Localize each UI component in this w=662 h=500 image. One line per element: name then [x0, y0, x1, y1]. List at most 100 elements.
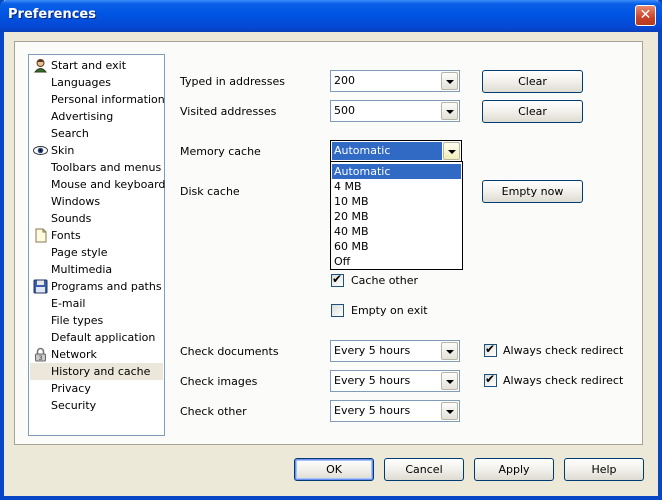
chevron-down-icon[interactable] [441, 72, 458, 90]
sidebar-item-label: Security [51, 399, 97, 412]
sidebar-item[interactable]: Skin [30, 142, 163, 159]
dropdown-option[interactable]: 10 MB [332, 194, 461, 209]
sidebar-item[interactable]: Start and exit [30, 57, 163, 74]
chevron-down-icon[interactable] [441, 342, 458, 360]
check-documents-select[interactable]: Every 5 hours [330, 340, 460, 362]
dropdown-option[interactable]: 4 MB [332, 179, 461, 194]
sidebar-item[interactable]: Security [30, 397, 163, 414]
close-button[interactable]: ✕ [635, 5, 656, 26]
check-images-select[interactable]: Every 5 hours [330, 370, 460, 392]
dropdown-option[interactable]: Automatic [332, 164, 461, 179]
sidebar-item[interactable]: Personal information [30, 91, 165, 108]
lock-icon: 3 [33, 347, 48, 362]
close-icon: ✕ [639, 7, 652, 23]
sidebar-item-label: Mouse and keyboard [51, 178, 166, 191]
sidebar-item[interactable]: Programs and paths [30, 278, 163, 295]
sidebar-item[interactable]: E-mail [30, 295, 163, 312]
typed-addresses-value: 200 [334, 74, 355, 87]
category-list: Start and exit Languages Personal informat… [28, 54, 165, 436]
dropdown-option[interactable]: Off [332, 254, 461, 269]
sidebar-item-label: File types [51, 314, 104, 327]
ok-button[interactable]: OK [294, 458, 374, 481]
typed-addresses-label: Typed in addresses [180, 75, 285, 88]
sidebar-item-label: History and cache [51, 365, 151, 378]
check-other-value: Every 5 hours [334, 404, 411, 417]
sidebar-item-label: Multimedia [51, 263, 113, 276]
chevron-down-icon[interactable] [441, 372, 458, 390]
sidebar-item[interactable]: Mouse and keyboard [30, 176, 166, 193]
check-images-label: Check images [180, 375, 258, 388]
apply-button[interactable]: Apply [474, 458, 554, 481]
memory-cache-dropdown: Automatic 4 MB 10 MB 20 MB 40 MB 60 MB Off [330, 161, 463, 270]
empty-on-exit-checkbox[interactable] [331, 304, 344, 317]
sidebar-item[interactable]: Multimedia [30, 261, 163, 278]
empty-on-exit-label: Empty on exit [351, 304, 428, 317]
redirect-documents-checkbox[interactable] [484, 342, 497, 357]
cache-other-label: Cache other [351, 274, 419, 287]
check-documents-value: Every 5 hours [334, 344, 411, 357]
sidebar-item-label: Page style [51, 246, 108, 259]
help-button[interactable]: Help [564, 458, 644, 481]
window-title: Preferences [8, 7, 96, 22]
sidebar-item[interactable]: 3 Network [30, 346, 163, 363]
sidebar-item[interactable]: Sounds [30, 210, 163, 227]
sidebar-item-label: Sounds [51, 212, 92, 225]
memory-cache-label: Memory cache [180, 145, 261, 158]
cache-other-checkbox[interactable] [331, 272, 344, 287]
check-other-label: Check other [180, 405, 247, 418]
sidebar-item-label: Toolbars and menus [51, 161, 162, 174]
sidebar-item-label: Search [51, 127, 89, 140]
title-bar[interactable]: Preferences ✕ [0, 0, 662, 32]
sidebar-item-label: Default application [51, 331, 156, 344]
typed-addresses-select[interactable]: 200 [330, 70, 460, 92]
sidebar-item-label: Start and exit [51, 59, 127, 72]
sidebar-item[interactable]: Page style [30, 244, 163, 261]
sidebar-item[interactable]: Windows [30, 193, 163, 210]
sidebar-item-label: Fonts [51, 229, 81, 242]
sidebar-item[interactable]: Toolbars and menus [30, 159, 163, 176]
disk-icon [33, 279, 48, 294]
redirect-images-checkbox[interactable] [484, 372, 497, 387]
eye-icon [33, 143, 48, 158]
sidebar-item[interactable]: Fonts [30, 227, 163, 244]
sidebar-item-label: Windows [51, 195, 101, 208]
sidebar-item[interactable]: Search [30, 125, 163, 142]
person-icon [33, 58, 48, 73]
empty-now-button[interactable]: Empty now [482, 180, 583, 203]
chevron-down-icon[interactable] [443, 142, 460, 160]
redirect-documents-label: Always check redirect [503, 344, 624, 357]
sidebar-item[interactable]: File types [30, 312, 163, 329]
sidebar-item-label: Skin [51, 144, 75, 157]
clear-typed-button[interactable]: Clear [482, 70, 583, 93]
disk-cache-label: Disk cache [180, 185, 240, 198]
check-documents-label: Check documents [180, 345, 279, 358]
chevron-down-icon[interactable] [441, 402, 458, 420]
sidebar-item-label: Languages [51, 76, 112, 89]
clear-visited-button[interactable]: Clear [482, 100, 583, 123]
sidebar-item-label: Privacy [51, 382, 91, 395]
sidebar-item[interactable]: Languages [30, 74, 163, 91]
sidebar-item-label: Network [51, 348, 97, 361]
page-icon [33, 228, 48, 243]
visited-addresses-select[interactable]: 500 [330, 100, 460, 122]
visited-addresses-value: 500 [334, 104, 355, 117]
sidebar-item[interactable]: Default application [30, 329, 163, 346]
memory-cache-value: Automatic [334, 144, 391, 157]
chevron-down-icon[interactable] [441, 102, 458, 120]
dropdown-option[interactable]: 60 MB [332, 239, 461, 254]
sidebar-item[interactable]: Privacy [30, 380, 163, 397]
dropdown-option[interactable]: 20 MB [332, 209, 461, 224]
sidebar-item-label: E-mail [51, 297, 86, 310]
memory-cache-select[interactable]: Automatic [330, 140, 462, 162]
sidebar-item[interactable]: History and cache [30, 363, 163, 380]
cancel-button[interactable]: Cancel [384, 458, 464, 481]
sidebar-item-label: Personal information [51, 93, 165, 106]
check-other-select[interactable]: Every 5 hours [330, 400, 460, 422]
svg-text:3: 3 [39, 355, 43, 362]
visited-addresses-label: Visited addresses [180, 105, 277, 118]
redirect-images-label: Always check redirect [503, 374, 624, 387]
sidebar-item-label: Advertising [51, 110, 114, 123]
sidebar-item[interactable]: Advertising [30, 108, 163, 125]
sidebar-item-label: Programs and paths [51, 280, 162, 293]
dropdown-option[interactable]: 40 MB [332, 224, 461, 239]
